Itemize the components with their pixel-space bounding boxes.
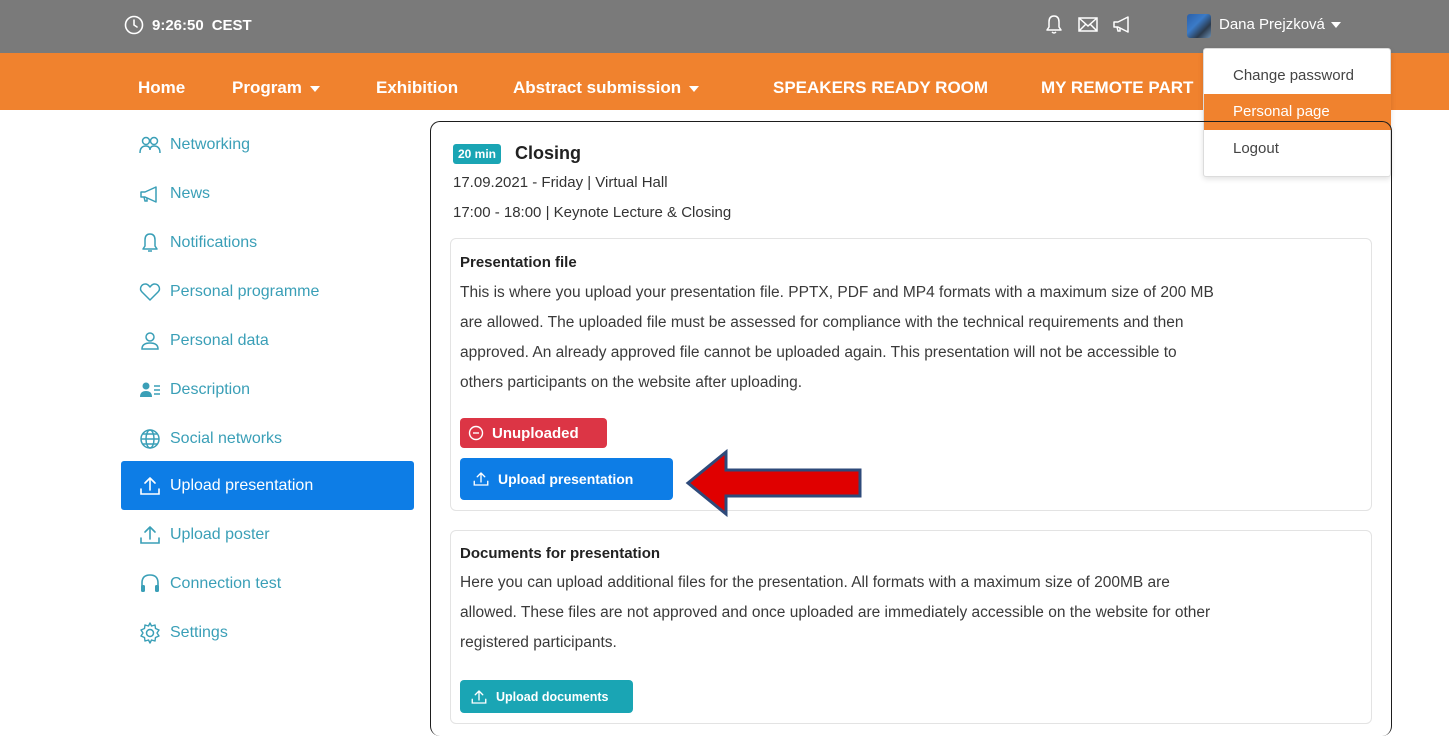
nav-program-label: Program (232, 78, 302, 97)
nav-my-remote-part[interactable]: MY REMOTE PART (1041, 78, 1193, 98)
status-badge: Unuploaded (460, 418, 607, 448)
description-line: This is where you upload your presentati… (460, 284, 1214, 301)
description-line: approved. An already approved file canno… (460, 344, 1177, 361)
clock: 9:26:50 CEST (124, 15, 252, 35)
sidebar-item-settings[interactable]: Settings (121, 608, 414, 657)
megaphone-icon[interactable] (1111, 13, 1133, 35)
upload-icon (471, 689, 487, 704)
nav-abstract-submission[interactable]: Abstract submission (513, 78, 700, 98)
sidebar-item-label: Personal data (170, 331, 269, 349)
nav-abstract-label: Abstract submission (513, 78, 682, 97)
session-title: Closing (515, 143, 581, 163)
description-line: others participants on the website after… (460, 374, 803, 391)
clock-time: 9:26:50 (152, 16, 204, 34)
nav-exhibition-label: Exhibition (376, 78, 459, 97)
clock-icon (124, 15, 144, 35)
sidebar-item-label: Social networks (170, 429, 283, 447)
avatar[interactable] (1187, 14, 1211, 38)
clock-timezone: CEST (211, 16, 252, 34)
bell-icon (142, 232, 158, 252)
sidebar-item-description[interactable]: Description (121, 365, 414, 414)
nav-speakers-ready-room[interactable]: SPEAKERS READY ROOM (773, 78, 988, 98)
upload-presentation-button[interactable]: Upload presentation (460, 458, 673, 500)
minus-circle-icon (468, 425, 484, 441)
user-menu-toggle[interactable]: Dana Prejzková (1219, 16, 1341, 33)
nav-speakers-label: SPEAKERS READY ROOM (773, 78, 989, 97)
user-name: Dana Prejzková (1219, 16, 1325, 33)
bell-icon[interactable] (1043, 13, 1065, 35)
nav-home-label: Home (138, 78, 186, 97)
chevron-down-icon (689, 86, 700, 92)
sidebar-item-personal-data[interactable]: Personal data (121, 316, 414, 365)
megaphone-icon (140, 185, 157, 203)
description-line: registered participants. (460, 634, 617, 651)
sidebar-item-label: Settings (170, 623, 228, 641)
nav-exhibition[interactable]: Exhibition (376, 78, 458, 98)
sidebar-item-connection-test[interactable]: Connection test (121, 559, 414, 608)
gear-icon (140, 621, 160, 644)
sidebar-item-notifications[interactable]: Notifications (121, 218, 414, 267)
description-line: are allowed. The uploaded file must be a… (460, 314, 1184, 331)
description-line: allowed. These files are not approved an… (460, 604, 1211, 621)
session-time: 17:00 - 18:00 | Keynote Lecture & Closin… (453, 204, 732, 221)
globe-icon (140, 428, 160, 449)
upload-documents-button[interactable]: Upload documents (460, 680, 633, 713)
sidebar-item-upload-presentation[interactable]: Upload presentation (121, 461, 414, 510)
upload-icon (140, 476, 160, 495)
sidebar-item-label: Upload presentation (170, 476, 314, 494)
user-icon (141, 331, 159, 350)
presentation-file-title: Presentation file (460, 254, 577, 271)
chevron-down-icon (309, 86, 320, 92)
upload-presentation-label: Upload presentation (498, 471, 634, 487)
description-line: Here you can upload additional files for… (460, 574, 1170, 591)
sidebar-item-label: Personal programme (170, 282, 320, 300)
nav-home[interactable]: Home (138, 78, 185, 98)
documents-description: Here you can upload additional files for… (460, 568, 1360, 658)
presentation-file-description: This is where you upload your presentati… (460, 278, 1360, 398)
nav-remote-label: MY REMOTE PART (1041, 78, 1194, 97)
status-label: Unuploaded (492, 424, 579, 442)
upload-documents-label: Upload documents (496, 689, 609, 704)
menu-change-password[interactable]: Change password (1204, 57, 1391, 94)
sidebar-item-label: Notifications (170, 233, 258, 251)
sidebar-item-label: Upload poster (170, 525, 270, 543)
heart-icon (139, 282, 161, 301)
upload-icon (473, 472, 489, 486)
nav-program[interactable]: Program (232, 78, 320, 98)
sidebar-item-networking[interactable]: Networking (121, 120, 414, 169)
sidebar-item-news[interactable]: News (121, 169, 414, 218)
documents-title: Documents for presentation (460, 545, 661, 562)
people-icon (139, 136, 161, 153)
sidebar-item-label: Description (170, 380, 251, 398)
chevron-down-icon (1330, 21, 1341, 28)
sidebar-item-label: Connection test (170, 574, 282, 592)
sidebar-item-label: Networking (170, 135, 251, 153)
top-icons (1043, 13, 1133, 35)
session-date: 17.09.2021 - Friday | Virtual Hall (453, 174, 668, 191)
duration-badge: 20 min (453, 144, 502, 164)
user-list-icon (140, 382, 160, 397)
red-arrow-annotation (685, 448, 862, 518)
mail-icon[interactable] (1077, 13, 1099, 35)
sidebar-item-upload-poster[interactable]: Upload poster (121, 510, 414, 559)
sidebar-item-label: News (170, 184, 211, 202)
sidebar-item-personal-programme[interactable]: Personal programme (121, 267, 414, 316)
upload-icon (140, 525, 160, 544)
sidebar-item-social-networks[interactable]: Social networks (121, 414, 414, 463)
headset-icon (141, 573, 159, 592)
